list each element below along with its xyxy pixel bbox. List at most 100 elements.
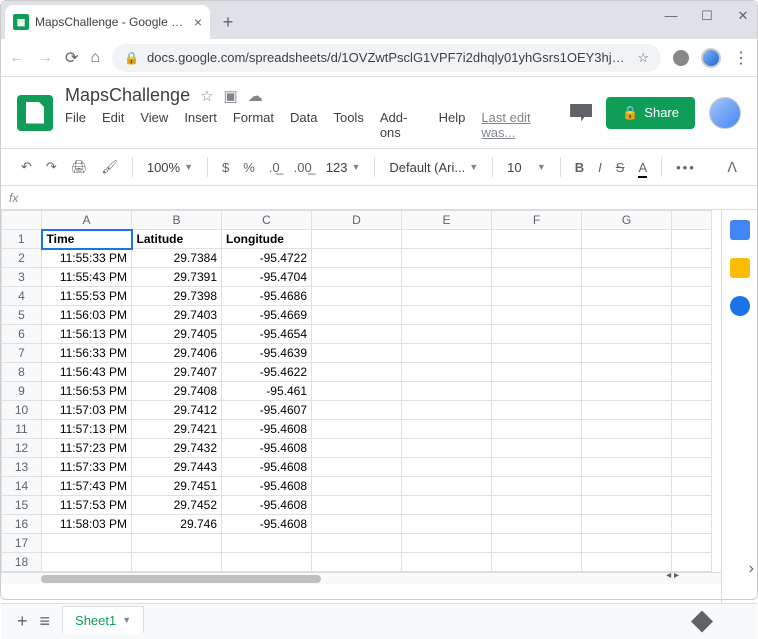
row-header[interactable]: 17 bbox=[2, 534, 42, 553]
row-header[interactable]: 7 bbox=[2, 344, 42, 363]
sheet-tab[interactable]: Sheet1 ▼ bbox=[62, 606, 144, 634]
row-header[interactable]: 6 bbox=[2, 325, 42, 344]
cell[interactable] bbox=[402, 477, 492, 496]
cell[interactable]: 11:56:33 PM bbox=[42, 344, 132, 363]
cell[interactable]: -95.4607 bbox=[222, 401, 312, 420]
font-dropdown[interactable]: Default (Ari...▼ bbox=[385, 158, 482, 177]
bold-button[interactable]: B bbox=[571, 158, 588, 177]
column-header[interactable]: G bbox=[582, 211, 672, 230]
menu-file[interactable]: File bbox=[65, 110, 86, 140]
row-header[interactable]: 5 bbox=[2, 306, 42, 325]
cell[interactable] bbox=[312, 458, 402, 477]
cell[interactable]: 11:56:13 PM bbox=[42, 325, 132, 344]
cell[interactable]: -95.4654 bbox=[222, 325, 312, 344]
cell[interactable] bbox=[492, 477, 582, 496]
font-size-dropdown[interactable]: 10 ▼ bbox=[503, 158, 550, 177]
cell[interactable] bbox=[402, 325, 492, 344]
column-header[interactable]: A bbox=[42, 211, 132, 230]
cell[interactable] bbox=[582, 268, 672, 287]
calendar-addon-icon[interactable] bbox=[730, 220, 750, 240]
row-header[interactable]: 10 bbox=[2, 401, 42, 420]
cell[interactable] bbox=[402, 553, 492, 572]
cell[interactable] bbox=[312, 401, 402, 420]
column-header[interactable]: F bbox=[492, 211, 582, 230]
cell[interactable] bbox=[492, 382, 582, 401]
cell[interactable] bbox=[312, 553, 402, 572]
cell[interactable] bbox=[582, 439, 672, 458]
cell[interactable]: 29.7408 bbox=[132, 382, 222, 401]
cell[interactable] bbox=[312, 477, 402, 496]
cell[interactable] bbox=[312, 325, 402, 344]
cell[interactable]: -95.4608 bbox=[222, 439, 312, 458]
column-header[interactable]: C bbox=[222, 211, 312, 230]
cell[interactable]: 11:55:33 PM bbox=[42, 249, 132, 268]
cell[interactable]: 29.7405 bbox=[132, 325, 222, 344]
share-button[interactable]: 🔒 Share bbox=[606, 97, 695, 129]
new-tab-button[interactable]: + bbox=[214, 8, 242, 36]
menu-format[interactable]: Format bbox=[233, 110, 274, 140]
cell[interactable]: 29.7398 bbox=[132, 287, 222, 306]
sheet-tab-menu-icon[interactable]: ▼ bbox=[122, 615, 131, 625]
cell[interactable] bbox=[402, 249, 492, 268]
column-header[interactable]: D bbox=[312, 211, 402, 230]
cell[interactable]: 29.7407 bbox=[132, 363, 222, 382]
cell[interactable]: 29.7412 bbox=[132, 401, 222, 420]
row-header[interactable]: 14 bbox=[2, 477, 42, 496]
cell[interactable]: 11:57:03 PM bbox=[42, 401, 132, 420]
cell[interactable]: 29.746 bbox=[132, 515, 222, 534]
cell[interactable] bbox=[402, 306, 492, 325]
cell[interactable]: 11:58:03 PM bbox=[42, 515, 132, 534]
row-header[interactable]: 16 bbox=[2, 515, 42, 534]
sheets-logo-icon[interactable] bbox=[17, 95, 53, 131]
cell[interactable] bbox=[402, 230, 492, 249]
cell[interactable] bbox=[312, 439, 402, 458]
last-edit-link[interactable]: Last edit was... bbox=[481, 110, 558, 140]
row-header[interactable]: 3 bbox=[2, 268, 42, 287]
cell[interactable] bbox=[492, 268, 582, 287]
cell[interactable]: -95.4639 bbox=[222, 344, 312, 363]
cell[interactable]: 29.7384 bbox=[132, 249, 222, 268]
cell[interactable] bbox=[402, 439, 492, 458]
add-sheet-button[interactable]: + bbox=[17, 611, 28, 632]
browser-tab[interactable]: ▦ MapsChallenge - Google Sheets × bbox=[5, 5, 210, 39]
menu-view[interactable]: View bbox=[140, 110, 168, 140]
menu-edit[interactable]: Edit bbox=[102, 110, 124, 140]
cell[interactable] bbox=[582, 287, 672, 306]
cell[interactable]: -95.4686 bbox=[222, 287, 312, 306]
toggle-side-panel-icon[interactable]: › bbox=[749, 560, 754, 578]
cell[interactable] bbox=[312, 534, 402, 553]
cell[interactable] bbox=[582, 534, 672, 553]
cell[interactable]: 11:57:33 PM bbox=[42, 458, 132, 477]
cell[interactable] bbox=[582, 401, 672, 420]
cell[interactable]: -95.461 bbox=[222, 382, 312, 401]
cell[interactable]: 29.7452 bbox=[132, 496, 222, 515]
cell[interactable] bbox=[492, 363, 582, 382]
cell[interactable]: Time bbox=[42, 230, 132, 249]
cell[interactable] bbox=[492, 458, 582, 477]
menu-add-ons[interactable]: Add-ons bbox=[380, 110, 423, 140]
forward-button[interactable]: → bbox=[37, 49, 53, 67]
cell[interactable]: 11:57:13 PM bbox=[42, 420, 132, 439]
cell[interactable] bbox=[312, 515, 402, 534]
cell[interactable]: -95.4608 bbox=[222, 477, 312, 496]
row-header[interactable]: 1 bbox=[2, 230, 42, 249]
cell[interactable]: -95.4704 bbox=[222, 268, 312, 287]
cell[interactable] bbox=[492, 553, 582, 572]
home-button[interactable]: ⌂ bbox=[90, 49, 100, 67]
cell[interactable] bbox=[492, 249, 582, 268]
cell[interactable] bbox=[492, 496, 582, 515]
cell[interactable] bbox=[222, 553, 312, 572]
cell[interactable] bbox=[312, 249, 402, 268]
cell[interactable]: 29.7391 bbox=[132, 268, 222, 287]
horizontal-scrollbar[interactable] bbox=[1, 572, 721, 584]
cell[interactable]: -95.4608 bbox=[222, 458, 312, 477]
spreadsheet-grid[interactable]: ABCDEFG 1TimeLatitudeLongitude211:55:33 … bbox=[1, 210, 721, 603]
cell[interactable]: 29.7403 bbox=[132, 306, 222, 325]
text-color-button[interactable]: A bbox=[634, 158, 651, 177]
cell[interactable] bbox=[312, 287, 402, 306]
print-button[interactable]: 🖨 bbox=[67, 157, 92, 177]
star-icon[interactable]: ☆ bbox=[200, 87, 213, 105]
cell[interactable] bbox=[402, 420, 492, 439]
browser-menu-icon[interactable]: ⋮ bbox=[733, 48, 749, 68]
window-maximize-icon[interactable]: ☐ bbox=[700, 8, 714, 24]
